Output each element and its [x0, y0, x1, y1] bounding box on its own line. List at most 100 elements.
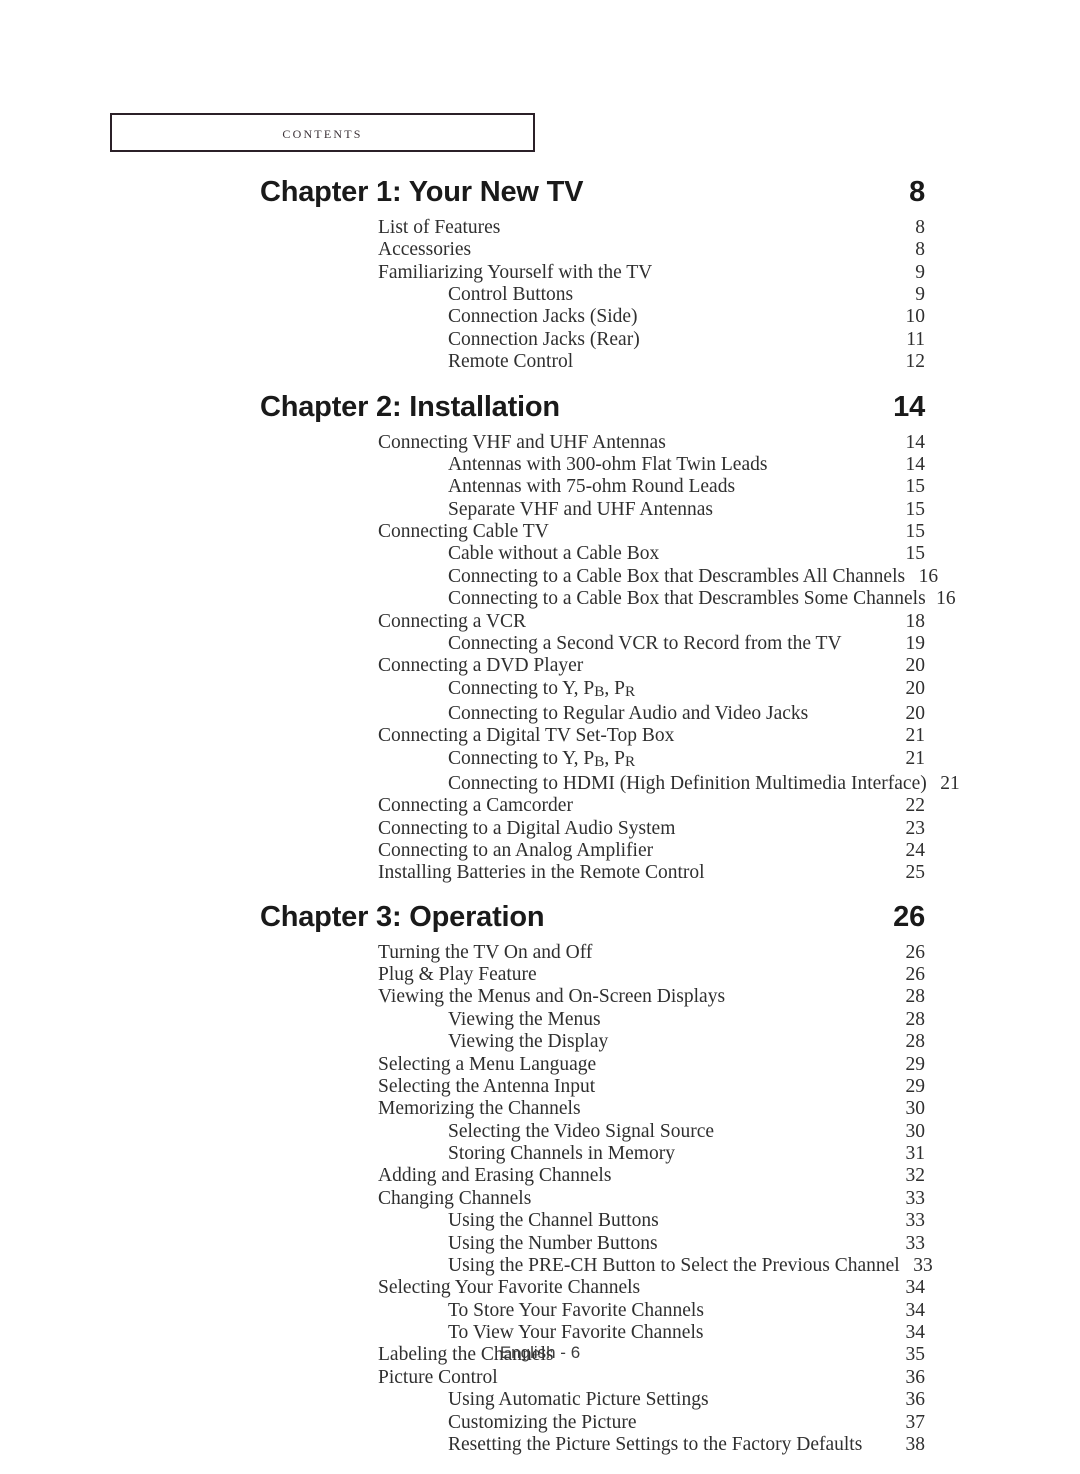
chapter-title: Chapter 1: Your New TV: [260, 176, 584, 208]
toc-entry[interactable]: Viewing the Display. . . . . . . . . . .…: [448, 1031, 925, 1053]
toc-entry[interactable]: Connecting a VCR. . . . . . . . . . . . …: [378, 611, 925, 633]
toc-entry[interactable]: Customizing the Picture. . . . . . . . .…: [448, 1412, 925, 1434]
toc-entry[interactable]: To Store Your Favorite Channels. . . . .…: [448, 1300, 925, 1322]
chapter-heading[interactable]: Chapter 3: Operation. . . . . . . . . . …: [260, 901, 925, 934]
toc-entry[interactable]: Selecting Your Favorite Channels. . . . …: [378, 1277, 925, 1299]
toc-entry[interactable]: Connecting to Regular Audio and Video Ja…: [448, 703, 925, 725]
toc-entry-title: Connecting to Y, PB, PR: [448, 747, 636, 770]
toc-entry[interactable]: Plug & Play Feature. . . . . . . . . . .…: [378, 964, 925, 986]
toc-entry-page-number: 36: [905, 1366, 926, 1388]
toc-entry-title: Accessories: [378, 239, 472, 261]
toc-entry[interactable]: Connecting a DVD Player. . . . . . . . .…: [378, 655, 925, 677]
toc-entry-title: Resetting the Picture Settings to the Fa…: [448, 1433, 863, 1455]
toc-entry[interactable]: List of Features. . . . . . . . . . . . …: [378, 217, 925, 239]
toc-entry[interactable]: Using the PRE-CH Button to Select the Pr…: [448, 1255, 933, 1277]
toc-entry[interactable]: Cable without a Cable Box. . . . . . . .…: [448, 544, 925, 566]
toc-entry-page-number: 33: [913, 1254, 933, 1276]
toc-entry[interactable]: Remote Control. . . . . . . . . . . . . …: [448, 351, 925, 373]
toc-entry[interactable]: Separate VHF and UHF Antennas. . . . . .…: [448, 499, 925, 521]
toc-entry[interactable]: Connecting to HDMI (High Definition Mult…: [448, 773, 960, 795]
toc-entry[interactable]: Connection Jacks (Side). . . . . . . . .…: [448, 307, 925, 329]
toc-entry-page-number: 21: [905, 725, 926, 747]
toc-entry[interactable]: Connecting to a Cable Box that Descrambl…: [448, 565, 938, 588]
toc-entry[interactable]: Memorizing the Channels. . . . . . . . .…: [378, 1098, 925, 1120]
toc-entry[interactable]: Connecting VHF and UHF Antennas. . . . .…: [378, 432, 925, 454]
page-footer: English - 6: [499, 1343, 581, 1362]
toc-entry[interactable]: Picture Control. . . . . . . . . . . . .…: [378, 1367, 925, 1389]
toc-entry-title: Viewing the Menus and On-Screen Displays: [378, 986, 726, 1008]
toc-entry-title: Customizing the Picture: [448, 1411, 637, 1433]
toc-entry-page-number: 10: [905, 306, 926, 328]
toc-entry[interactable]: Selecting a Menu Language. . . . . . . .…: [378, 1054, 925, 1076]
toc-entry[interactable]: Connecting Cable TV. . . . . . . . . . .…: [378, 521, 925, 543]
toc-entry[interactable]: Turning the TV On and Off. . . . . . . .…: [378, 942, 925, 964]
toc-entry-title: Using Automatic Picture Settings: [448, 1389, 709, 1411]
toc-entry-page-number: 25: [905, 862, 926, 884]
toc-entry[interactable]: Antennas with 75-ohm Round Leads. . . . …: [448, 476, 925, 498]
subscript-r: R: [625, 682, 636, 700]
toc-entry[interactable]: Familiarizing Yourself with the TV. . . …: [378, 262, 925, 284]
toc-entry[interactable]: Connecting to Y, PB, PR. . . . . . . . .…: [448, 678, 925, 703]
toc-entry-title: List of Features: [378, 216, 501, 238]
toc-entry-title: Connecting to an Analog Amplifier: [378, 839, 654, 861]
toc-entry-title: Picture Control: [378, 1366, 498, 1388]
toc-entry-title: Adding and Erasing Channels: [378, 1165, 612, 1187]
toc-entry[interactable]: Antennas with 300-ohm Flat Twin Leads. .…: [448, 454, 925, 476]
chapter-heading[interactable]: Chapter 1: Your New TV. . . . . . . . . …: [260, 176, 925, 209]
toc-entry-page-number: 32: [905, 1165, 926, 1187]
toc-entry-title: Connecting a Second VCR to Record from t…: [448, 632, 842, 654]
toc-entry[interactable]: Accessories. . . . . . . . . . . . . . .…: [378, 239, 925, 261]
toc-entry-title: Familiarizing Yourself with the TV: [378, 261, 653, 283]
toc-entry[interactable]: Adding and Erasing Channels. . . . . . .…: [378, 1166, 925, 1188]
contents-header-box: Contents: [110, 113, 535, 152]
toc-entry[interactable]: Viewing the Menus. . . . . . . . . . . .…: [448, 1009, 925, 1031]
toc-entry[interactable]: Using Automatic Picture Settings. . . . …: [448, 1389, 925, 1411]
toc-entry-title: Viewing the Display: [448, 1031, 609, 1053]
toc-entry-title: Connecting to Y, PB, PR: [448, 677, 636, 700]
toc-entry[interactable]: Using the Channel Buttons. . . . . . . .…: [448, 1210, 925, 1232]
toc-entry[interactable]: Connecting a Digital TV Set-Top Box. . .…: [378, 725, 925, 747]
toc-entry-page-number: 36: [905, 1389, 926, 1411]
toc-entry-title: Connecting to a Cable Box that Descrambl…: [448, 588, 926, 610]
toc-entry-page-number: 11: [906, 328, 925, 350]
toc-entry[interactable]: Installing Batteries in the Remote Contr…: [378, 862, 925, 884]
toc-entry-page-number: 15: [905, 476, 926, 498]
toc-entry[interactable]: Storing Channels in Memory. . . . . . . …: [448, 1143, 925, 1165]
toc-entry[interactable]: Selecting the Antenna Input. . . . . . .…: [378, 1076, 925, 1098]
chapter-heading[interactable]: Chapter 2: Installation. . . . . . . . .…: [260, 391, 925, 424]
toc-entry[interactable]: Connecting to Y, PB, PR. . . . . . . . .…: [448, 748, 925, 773]
toc-entry[interactable]: Connecting a Camcorder. . . . . . . . . …: [378, 795, 925, 817]
toc-entry-page-number: 30: [905, 1098, 926, 1120]
toc-entry-page-number: 29: [905, 1053, 926, 1075]
toc-entry-page-number: 20: [905, 655, 926, 677]
table-of-contents: Chapter 1: Your New TV. . . . . . . . . …: [0, 176, 1080, 1456]
toc-entry-page-number: 20: [905, 702, 926, 724]
toc-entry-title: Memorizing the Channels: [378, 1098, 581, 1120]
toc-entry-title: Plug & Play Feature: [378, 964, 537, 986]
toc-entry-page-number: 14: [905, 453, 926, 475]
toc-entry[interactable]: Using the Number Buttons. . . . . . . . …: [448, 1233, 925, 1255]
toc-entry[interactable]: To View Your Favorite Channels. . . . . …: [448, 1322, 925, 1344]
toc-entry-title: Connection Jacks (Side): [448, 306, 638, 328]
toc-entry-page-number: 8: [915, 216, 925, 238]
toc-entry-page-number: 12: [905, 351, 926, 373]
toc-entry-page-number: 16: [936, 588, 956, 610]
toc-entry-title: Installing Batteries in the Remote Contr…: [378, 862, 705, 884]
toc-entry-title: Connecting a Camcorder: [378, 795, 573, 817]
toc-entry-title: Selecting the Video Signal Source: [448, 1120, 715, 1142]
toc-entry[interactable]: Selecting the Video Signal Source. . . .…: [448, 1121, 925, 1143]
toc-entry-page-number: 18: [905, 610, 926, 632]
toc-entry[interactable]: Resetting the Picture Settings to the Fa…: [448, 1434, 925, 1456]
toc-entry[interactable]: Viewing the Menus and On-Screen Displays…: [378, 987, 925, 1009]
toc-entry-title: Connecting to Regular Audio and Video Ja…: [448, 702, 809, 724]
toc-entry[interactable]: Connecting to a Cable Box that Descrambl…: [448, 588, 956, 610]
toc-entry[interactable]: Control Buttons. . . . . . . . . . . . .…: [448, 284, 925, 306]
toc-entry[interactable]: Connection Jacks (Rear). . . . . . . . .…: [448, 329, 925, 351]
toc-entry-title: Using the Number Buttons: [448, 1232, 658, 1254]
toc-entry-title: Connecting to a Cable Box that Descrambl…: [448, 565, 906, 587]
toc-entry[interactable]: Connecting to a Digital Audio System. . …: [378, 818, 925, 840]
toc-entry[interactable]: Connecting a Second VCR to Record from t…: [448, 633, 925, 655]
toc-entry-title: Remote Control: [448, 351, 574, 373]
toc-entry[interactable]: Changing Channels. . . . . . . . . . . .…: [378, 1188, 925, 1210]
toc-entry[interactable]: Connecting to an Analog Amplifier. . . .…: [378, 840, 925, 862]
